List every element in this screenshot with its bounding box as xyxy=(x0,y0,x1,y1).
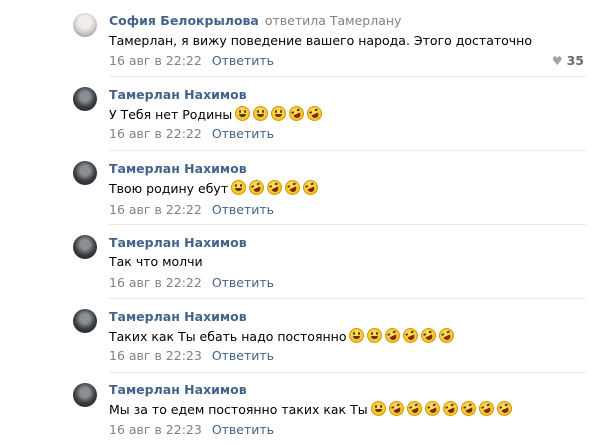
comment-item: Тамерлан Нахимов Твою родину ебут 16 авг… xyxy=(0,150,603,225)
comment-text-body: Так что молчи xyxy=(109,254,203,269)
comment-item: София Белокрылова ответила Тамерлану Таме… xyxy=(0,0,603,77)
comment-time[interactable]: 16 авг в 22:22 xyxy=(109,275,202,290)
rofl-emoji-icon xyxy=(401,325,421,346)
rofl-emoji-icon xyxy=(476,398,497,419)
comment-time[interactable]: 16 авг в 22:22 xyxy=(109,202,202,217)
comment-meta: 16 авг в 22:23 Ответить xyxy=(109,348,274,363)
rofl-emoji-icon xyxy=(286,103,307,124)
smile-emoji-icon xyxy=(370,401,386,416)
rofl-emoji-icon xyxy=(437,325,457,346)
reply-button[interactable]: Ответить xyxy=(212,348,274,363)
comment-item: Тамерлан Нахимов Мы за то едем постоянно… xyxy=(0,372,603,445)
rofl-emoji-icon xyxy=(386,398,407,419)
comment-time[interactable]: 16 авг в 22:22 xyxy=(109,53,202,68)
avatar[interactable] xyxy=(73,309,97,333)
rofl-emoji-icon xyxy=(494,398,515,419)
smile-emoji-icon xyxy=(349,328,365,343)
rofl-emoji-icon xyxy=(440,398,461,419)
avatar[interactable] xyxy=(73,87,97,111)
comment-text: Тамерлан, я вижу поведение вашего народа… xyxy=(109,33,532,49)
avatar[interactable] xyxy=(73,235,97,259)
rofl-emoji-icon xyxy=(419,325,439,346)
comment-author[interactable]: Тамерлан Нахимов xyxy=(109,235,247,250)
comment-author[interactable]: Тамерлан Нахимов xyxy=(109,87,247,102)
smile-emoji-icon xyxy=(367,328,383,343)
smile-emoji-icon xyxy=(231,180,247,195)
comment-author[interactable]: Тамерлан Нахимов xyxy=(109,382,247,397)
rofl-emoji-icon xyxy=(264,177,285,198)
reply-button[interactable]: Ответить xyxy=(212,53,274,68)
comment-item: Тамерлан Нахимов Таких как Ты ебать надо… xyxy=(0,298,603,373)
rofl-emoji-icon xyxy=(404,398,425,419)
reply-button[interactable]: Ответить xyxy=(212,422,274,437)
comment-time[interactable]: 16 авг в 22:23 xyxy=(109,422,202,437)
comment-text-body: Мы за то едем постоянно таких как Ты xyxy=(109,402,368,417)
reply-button[interactable]: Ответить xyxy=(212,202,274,217)
avatar[interactable] xyxy=(73,383,97,407)
comment-author[interactable]: София Белокрылова ответила Тамерлану xyxy=(109,13,401,28)
comment-text: Таких как Ты ебать надо постоянно xyxy=(109,325,457,346)
reply-button[interactable]: Ответить xyxy=(212,275,274,290)
avatar[interactable] xyxy=(73,13,97,37)
comment-text: Мы за то едем постоянно таких как Ты xyxy=(109,398,515,419)
reply-to-label[interactable]: ответила Тамерлану xyxy=(265,13,402,28)
comment-author[interactable]: Тамерлан Нахимов xyxy=(109,161,247,176)
like-count: 35 xyxy=(566,53,584,68)
rofl-emoji-icon xyxy=(304,103,325,124)
comment-text-body: Твою родину ебут xyxy=(109,181,229,196)
comment-meta: 16 авг в 22:22 Ответить xyxy=(109,126,274,141)
comment-meta: 16 авг в 22:22 Ответить xyxy=(109,202,274,217)
comment-item: Тамерлан Нахимов У Тебя нет Родины 16 ав… xyxy=(0,76,603,151)
rofl-emoji-icon xyxy=(383,325,403,346)
comment-text-body: У Тебя нет Родины xyxy=(109,107,233,122)
comment-time[interactable]: 16 авг в 22:22 xyxy=(109,126,202,141)
smile-emoji-icon xyxy=(271,106,287,121)
comment-text-body: Тамерлан, я вижу поведение вашего народа… xyxy=(109,33,532,48)
smile-emoji-icon xyxy=(235,106,251,121)
rofl-emoji-icon xyxy=(282,177,303,198)
rofl-emoji-icon xyxy=(422,398,443,419)
comment-item: Тамерлан Нахимов Так что молчи 16 авг в … xyxy=(0,224,603,299)
smile-emoji-icon xyxy=(253,106,269,121)
comment-text: Так что молчи xyxy=(109,254,203,270)
comment-meta: 16 авг в 22:23 Ответить xyxy=(109,422,274,437)
like-button[interactable]: ♥ 35 xyxy=(552,53,584,69)
comment-author[interactable]: Тамерлан Нахимов xyxy=(109,309,247,324)
avatar[interactable] xyxy=(73,161,97,185)
comment-text: У Тебя нет Родины xyxy=(109,103,325,124)
rofl-emoji-icon xyxy=(300,177,321,198)
rofl-emoji-icon xyxy=(458,398,479,419)
reply-button[interactable]: Ответить xyxy=(212,126,274,141)
comment-text: Твою родину ебут xyxy=(109,177,321,198)
heart-icon: ♥ xyxy=(551,54,563,68)
comment-text-body: Таких как Ты ебать надо постоянно xyxy=(109,329,347,344)
comment-time[interactable]: 16 авг в 22:23 xyxy=(109,348,202,363)
comment-meta: 16 авг в 22:22 Ответить xyxy=(109,53,274,68)
comment-meta: 16 авг в 22:22 Ответить xyxy=(109,275,274,290)
rofl-emoji-icon xyxy=(246,177,267,198)
